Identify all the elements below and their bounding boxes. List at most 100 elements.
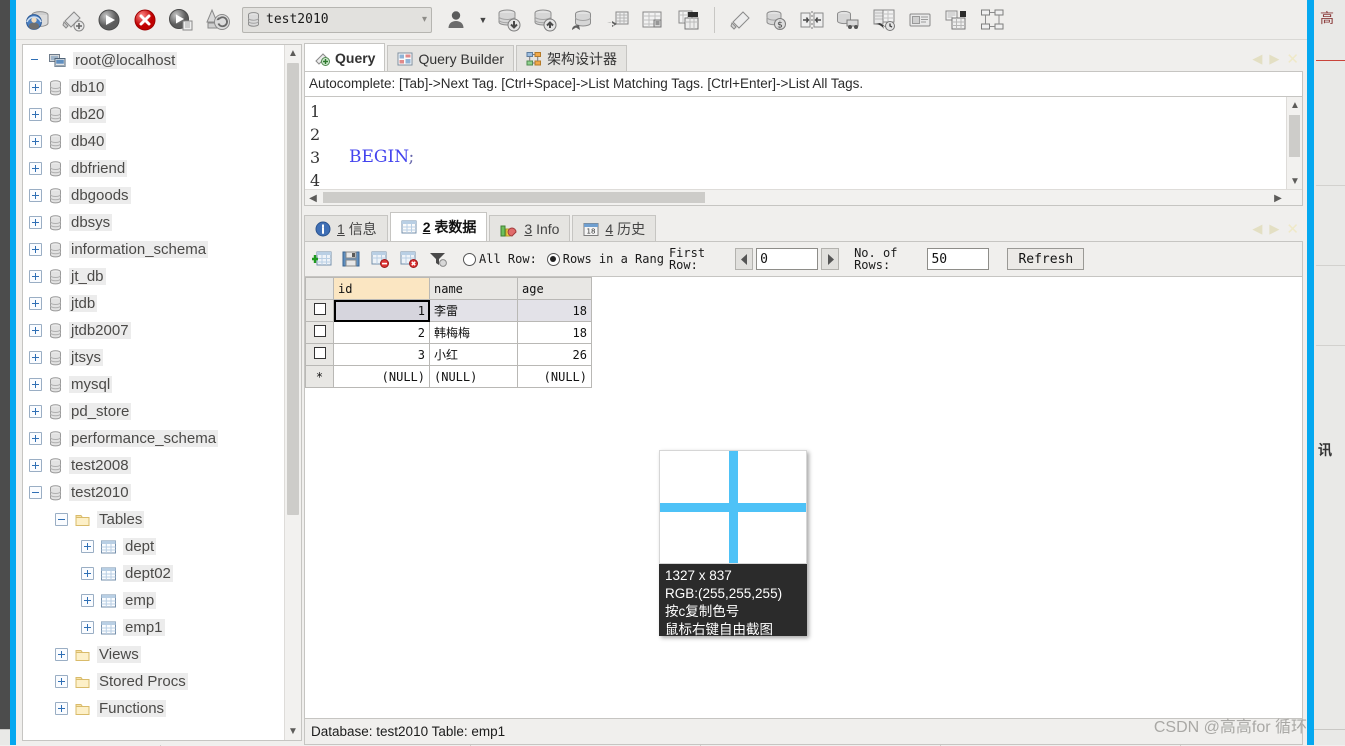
- radio-all-rows[interactable]: [463, 252, 476, 266]
- tree-node-db40[interactable]: db40: [23, 128, 301, 155]
- database-selector[interactable]: test2010 ▾: [242, 6, 432, 33]
- sync-data-icon[interactable]: [795, 3, 829, 37]
- import-external-data-icon[interactable]: [564, 3, 598, 37]
- scroll-down-icon[interactable]: ▼: [285, 723, 301, 740]
- tree-node-db20[interactable]: db20: [23, 101, 301, 128]
- schema-designer-icon[interactable]: [975, 3, 1009, 37]
- tree-expand-icon[interactable]: [29, 162, 42, 175]
- tree-node-dept02[interactable]: dept02: [23, 560, 301, 587]
- chevron-down-icon[interactable]: ▾: [422, 14, 427, 25]
- tree-node-dbfriend[interactable]: dbfriend: [23, 155, 301, 182]
- tree-expand-icon[interactable]: [29, 243, 42, 256]
- result-tab-prev-icon[interactable]: ◀: [1252, 221, 1262, 237]
- tree-node-functions[interactable]: Functions: [23, 695, 301, 722]
- tree-node-performance-schema[interactable]: performance_schema: [23, 425, 301, 452]
- new-row-cell-age[interactable]: (NULL): [517, 365, 592, 388]
- tab-query[interactable]: Query: [304, 43, 386, 71]
- tree-expand-icon[interactable]: [29, 405, 42, 418]
- editor-hscroll-thumb[interactable]: [323, 192, 705, 203]
- tree-node-pd-store[interactable]: pd_store: [23, 398, 301, 425]
- scroll-up-icon[interactable]: ▲: [285, 45, 301, 62]
- tree-node-db10[interactable]: db10: [23, 74, 301, 101]
- tree-node-jt-db[interactable]: jt_db: [23, 263, 301, 290]
- tree-expand-icon[interactable]: [29, 432, 42, 445]
- object-tree-scrollbar[interactable]: ▲ ▼: [284, 45, 301, 740]
- new-row-cell-id[interactable]: (NULL): [333, 365, 430, 388]
- result-tab-table-data[interactable]: 2 表数据: [389, 212, 488, 241]
- restore-database-icon[interactable]: [528, 3, 562, 37]
- tree-node-emp1[interactable]: emp1: [23, 614, 301, 641]
- tab-schema-designer[interactable]: 架构设计器: [516, 45, 628, 71]
- tree-expand-icon[interactable]: [29, 459, 42, 472]
- editor-vertical-scrollbar[interactable]: ▲ ▼: [1286, 97, 1302, 189]
- tree-expand-icon[interactable]: [81, 567, 94, 580]
- scrollbar-thumb[interactable]: [287, 63, 299, 515]
- result-tab-info-cn[interactable]: 1 信息: [304, 215, 388, 241]
- tree-collapse-icon[interactable]: [55, 513, 68, 526]
- tree-expand-icon[interactable]: [29, 378, 42, 391]
- tree-node-jtdb[interactable]: jtdb: [23, 290, 301, 317]
- save-changes-icon[interactable]: [338, 246, 364, 272]
- tree-expand-icon[interactable]: [29, 81, 42, 94]
- new-row[interactable]: * (NULL) (NULL) (NULL): [305, 365, 592, 388]
- query-builder-icon[interactable]: [903, 3, 937, 37]
- tree-node-root[interactable]: root@localhost: [23, 47, 301, 74]
- table-diagnostics-icon[interactable]: [636, 3, 670, 37]
- tree-node-views[interactable]: Views: [23, 641, 301, 668]
- form-view-icon[interactable]: [939, 3, 973, 37]
- scheduled-backup-icon[interactable]: [867, 3, 901, 37]
- filter-icon[interactable]: [425, 246, 451, 272]
- tree-expand-icon[interactable]: [29, 189, 42, 202]
- tree-expand-icon[interactable]: [55, 648, 68, 661]
- cell-name[interactable]: 李雷: [429, 299, 518, 322]
- tree-node-stored-procs[interactable]: Stored Procs: [23, 668, 301, 695]
- row-select-cell[interactable]: [305, 321, 334, 344]
- editor-horizontal-scrollbar[interactable]: ◀ ▶: [305, 189, 1302, 205]
- screen-capture-magnifier[interactable]: 1327 x 837 RGB:(255,255,255) 按c复制色号 鼠标右键…: [659, 450, 807, 637]
- user-manager-icon[interactable]: [440, 3, 474, 37]
- flush-icon[interactable]: [723, 3, 757, 37]
- execute-all-icon[interactable]: [164, 3, 198, 37]
- tree-node-emp[interactable]: emp: [23, 587, 301, 614]
- tree-node-dbsys[interactable]: dbsys: [23, 209, 301, 236]
- tree-expand-icon[interactable]: [29, 297, 42, 310]
- column-header-id[interactable]: id: [333, 277, 430, 300]
- manage-index-icon[interactable]: $: [759, 3, 793, 37]
- refresh-button[interactable]: Refresh: [1007, 248, 1085, 270]
- tree-node-dbgoods[interactable]: dbgoods: [23, 182, 301, 209]
- new-connection-icon[interactable]: [56, 3, 90, 37]
- tree-expand-icon[interactable]: [81, 594, 94, 607]
- delete-row-icon[interactable]: [367, 246, 393, 272]
- cell-age[interactable]: 26: [517, 343, 592, 366]
- editor-vscroll-thumb[interactable]: [1289, 115, 1300, 157]
- tree-expand-icon[interactable]: [29, 324, 42, 337]
- table-row[interactable]: 3 小红 26: [305, 343, 592, 366]
- first-row-prev-button[interactable]: [735, 248, 754, 270]
- editor-scroll-up-icon[interactable]: ▲: [1287, 97, 1302, 113]
- tree-node-mysql[interactable]: mysql: [23, 371, 301, 398]
- result-tab-info-en[interactable]: 3 Info: [489, 215, 571, 241]
- cancel-changes-icon[interactable]: [396, 246, 422, 272]
- row-select-cell[interactable]: [305, 299, 334, 322]
- tree-node-jtdb2007[interactable]: jtdb2007: [23, 317, 301, 344]
- connect-db-icon[interactable]: [20, 3, 54, 37]
- row-select-cell[interactable]: [305, 343, 334, 366]
- tree-expand-icon[interactable]: [29, 270, 42, 283]
- tree-expand-icon[interactable]: [29, 108, 42, 121]
- tree-expand-icon[interactable]: [81, 540, 94, 553]
- column-header-name[interactable]: name: [429, 277, 518, 300]
- refresh-objects-icon[interactable]: [200, 3, 234, 37]
- execute-query-icon[interactable]: [92, 3, 126, 37]
- tree-expand-icon[interactable]: [81, 621, 94, 634]
- editor-scroll-down-icon[interactable]: ▼: [1287, 173, 1302, 189]
- tree-expand-icon[interactable]: [55, 702, 68, 715]
- first-row-input[interactable]: 0: [756, 248, 819, 270]
- tree-expand-icon[interactable]: [29, 135, 42, 148]
- tab-close-icon[interactable]: ✕: [1286, 50, 1299, 68]
- sql-editor[interactable]: 1 2 3 4 5 BEGIN; INSERT INTO emp1 (id,NA…: [304, 96, 1303, 206]
- new-row-cell-name[interactable]: (NULL): [429, 365, 518, 388]
- cell-id[interactable]: 3: [333, 343, 430, 366]
- tree-node-test2010[interactable]: test2010: [23, 479, 301, 506]
- tab-next-icon[interactable]: ▶: [1269, 51, 1279, 67]
- row-checkbox[interactable]: [313, 325, 326, 337]
